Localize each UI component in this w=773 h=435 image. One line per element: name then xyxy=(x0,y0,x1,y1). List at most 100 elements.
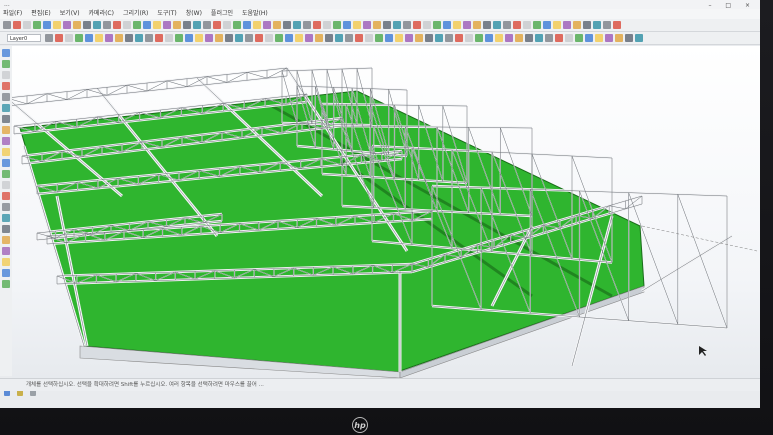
toolbar2-tool-icon[interactable] xyxy=(155,34,163,42)
toolbar1-tool-icon[interactable] xyxy=(193,21,201,29)
left-tool-icon[interactable] xyxy=(2,181,10,189)
toolbar1-tool-icon[interactable] xyxy=(373,21,381,29)
toolbar2-tool-icon[interactable] xyxy=(185,34,193,42)
toolbar2-tool-icon[interactable] xyxy=(375,34,383,42)
toolbar1-tool-icon[interactable] xyxy=(523,21,531,29)
toolbar2-tool-icon[interactable] xyxy=(195,34,203,42)
toolbar1-tool-icon[interactable] xyxy=(423,21,431,29)
left-tool-icon[interactable] xyxy=(2,104,10,112)
toolbar1-tool-icon[interactable] xyxy=(153,21,161,29)
left-tool-icon[interactable] xyxy=(2,49,10,57)
toolbar1-tool-icon[interactable] xyxy=(303,21,311,29)
toolbar2-tool-icon[interactable] xyxy=(415,34,423,42)
toolbar1-tool-icon[interactable] xyxy=(513,21,521,29)
toolbar2-tool-icon[interactable] xyxy=(385,34,393,42)
toolbar1-tool-icon[interactable] xyxy=(53,21,61,29)
toolbar2-tool-icon[interactable] xyxy=(105,34,113,42)
toolbar1-tool-icon[interactable] xyxy=(283,21,291,29)
toolbar2-tool-icon[interactable] xyxy=(235,34,243,42)
toolbar1-tool-icon[interactable] xyxy=(593,21,601,29)
toolbar1-tool-icon[interactable] xyxy=(33,21,41,29)
toolbar1-tool-icon[interactable] xyxy=(163,21,171,29)
toolbar1-tool-icon[interactable] xyxy=(273,21,281,29)
toolbar1-tool-icon[interactable] xyxy=(453,21,461,29)
menu-item-edit[interactable]: 편집(E) xyxy=(31,9,51,19)
left-tool-icon[interactable] xyxy=(2,214,10,222)
left-tool-icon[interactable] xyxy=(2,170,10,178)
toolbar2-tool-icon[interactable] xyxy=(275,34,283,42)
left-tool-icon[interactable] xyxy=(2,148,10,156)
toolbar2-tool-icon[interactable] xyxy=(295,34,303,42)
toolbar1-tool-icon[interactable] xyxy=(3,21,11,29)
left-tool-icon[interactable] xyxy=(2,93,10,101)
menu-item-view[interactable]: 보기(V) xyxy=(60,9,80,19)
toolbar1-tool-icon[interactable] xyxy=(443,21,451,29)
toolbar1-tool-icon[interactable] xyxy=(103,21,111,29)
left-tool-icon[interactable] xyxy=(2,159,10,167)
toolbar2-tool-icon[interactable] xyxy=(445,34,453,42)
toolbar1-tool-icon[interactable] xyxy=(433,21,441,29)
toolbar2-tool-icon[interactable] xyxy=(65,34,73,42)
left-tool-icon[interactable] xyxy=(2,269,10,277)
toolbar2-tool-icon[interactable] xyxy=(75,34,83,42)
toolbar1-tool-icon[interactable] xyxy=(473,21,481,29)
toolbar2-tool-icon[interactable] xyxy=(425,34,433,42)
toolbar2-tool-icon[interactable] xyxy=(145,34,153,42)
toolbar2-tool-icon[interactable] xyxy=(45,34,53,42)
toolbar2-tool-icon[interactable] xyxy=(515,34,523,42)
toolbar1-tool-icon[interactable] xyxy=(353,21,361,29)
toolbar1-tool-icon[interactable] xyxy=(133,21,141,29)
toolbar1-tool-icon[interactable] xyxy=(23,21,31,29)
toolbar1-tool-icon[interactable] xyxy=(543,21,551,29)
3d-viewport[interactable] xyxy=(12,46,760,378)
left-tool-icon[interactable] xyxy=(2,192,10,200)
left-tool-icon[interactable] xyxy=(2,258,10,266)
left-tool-icon[interactable] xyxy=(2,82,10,90)
toolbar1-tool-icon[interactable] xyxy=(533,21,541,29)
toolbar2-tool-icon[interactable] xyxy=(555,34,563,42)
left-tool-icon[interactable] xyxy=(2,137,10,145)
toolbar1-tool-icon[interactable] xyxy=(13,21,21,29)
left-tool-icon[interactable] xyxy=(2,280,10,288)
toolbar1-tool-icon[interactable] xyxy=(553,21,561,29)
model-canvas[interactable] xyxy=(12,46,760,378)
toolbar1-tool-icon[interactable] xyxy=(583,21,591,29)
toolbar2-tool-icon[interactable] xyxy=(165,34,173,42)
toolbar2-tool-icon[interactable] xyxy=(465,34,473,42)
toolbar1-tool-icon[interactable] xyxy=(413,21,421,29)
menu-item-draw[interactable]: 그리기(R) xyxy=(123,9,148,19)
toolbar1-tool-icon[interactable] xyxy=(263,21,271,29)
toolbar2-tool-icon[interactable] xyxy=(475,34,483,42)
toolbar1-tool-icon[interactable] xyxy=(503,21,511,29)
toolbar1-tool-icon[interactable] xyxy=(183,21,191,29)
toolbar2-tool-icon[interactable] xyxy=(485,34,493,42)
toolbar2-tool-icon[interactable] xyxy=(365,34,373,42)
toolbar1-tool-icon[interactable] xyxy=(93,21,101,29)
toolbar2-tool-icon[interactable] xyxy=(525,34,533,42)
toolbar2-tool-icon[interactable] xyxy=(135,34,143,42)
toolbar2-tool-icon[interactable] xyxy=(95,34,103,42)
toolbar2-tool-icon[interactable] xyxy=(305,34,313,42)
toolbar2-tool-icon[interactable] xyxy=(245,34,253,42)
left-tool-icon[interactable] xyxy=(2,225,10,233)
toolbar2-tool-icon[interactable] xyxy=(345,34,353,42)
toolbar2-tool-icon[interactable] xyxy=(315,34,323,42)
toolbar2-tool-icon[interactable] xyxy=(115,34,123,42)
toolbar2-tool-icon[interactable] xyxy=(605,34,613,42)
menu-item-help[interactable]: 도움말(H) xyxy=(242,9,268,19)
toolbar1-tool-icon[interactable] xyxy=(483,21,491,29)
toolbar1-tool-icon[interactable] xyxy=(333,21,341,29)
toolbar2-tool-icon[interactable] xyxy=(255,34,263,42)
toolbar2-tool-icon[interactable] xyxy=(585,34,593,42)
toolbar1-tool-icon[interactable] xyxy=(603,21,611,29)
toolbar2-tool-icon[interactable] xyxy=(265,34,273,42)
menu-item-camera[interactable]: 카메라(C) xyxy=(89,9,114,19)
toolbar2-tool-icon[interactable] xyxy=(125,34,133,42)
toolbar1-tool-icon[interactable] xyxy=(233,21,241,29)
toolbar2-tool-icon[interactable] xyxy=(395,34,403,42)
toolbar2-tool-icon[interactable] xyxy=(285,34,293,42)
toolbar2-tool-icon[interactable] xyxy=(455,34,463,42)
menu-item-window[interactable]: 창(W) xyxy=(186,9,202,19)
toolbar2-tool-icon[interactable] xyxy=(635,34,643,42)
toolbar1-tool-icon[interactable] xyxy=(403,21,411,29)
